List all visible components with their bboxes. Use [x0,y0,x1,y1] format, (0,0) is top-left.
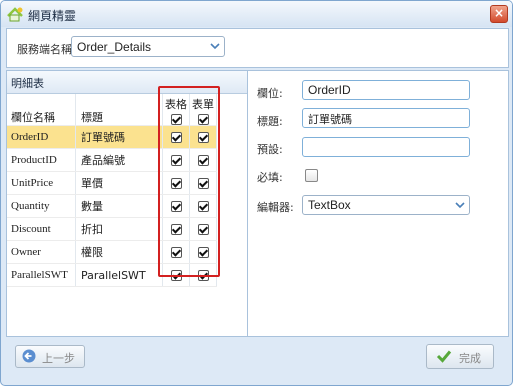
column-header-form[interactable]: 表單 [189,94,217,126]
field-input-value: OrderID [308,83,351,97]
row-field-name: UnitPrice [7,171,76,195]
finish-button-label: 完成 [459,352,481,365]
row-grid-checkbox[interactable] [170,224,182,235]
detail-table-panel: 明細表 欄位名稱 標題 表格 表單 OrderID 訂單號碼 ProductID… [6,70,248,337]
table-row[interactable]: Owner 權限 [7,240,217,264]
row-field-name: Owner [7,240,76,264]
editor-label: 編輯器: [257,201,294,214]
column-header-form-label: 表單 [192,98,214,111]
field-grid: 欄位名稱 標題 表格 表單 OrderID 訂單號碼 ProductID 產品編… [7,94,217,287]
table-row[interactable]: OrderID 訂單號碼 [7,125,217,149]
editor-select[interactable]: TextBox [302,195,470,215]
wizard-window: 網頁精靈 × 服務端名稱 Order_Details 明細表 欄位名稱 標題 表… [0,0,513,386]
default-label: 預設: [257,143,283,156]
row-form-checkbox[interactable] [197,178,209,189]
required-label: 必填: [257,171,283,184]
required-checkbox[interactable] [305,169,318,182]
column-header-field[interactable]: 欄位名稱 [7,94,76,126]
row-form-checkbox[interactable] [197,132,209,143]
service-select-value: Order_Details [77,40,152,54]
caption-input-value: 訂單號碼 [308,113,352,126]
row-form-checkbox[interactable] [197,201,209,212]
row-caption: 權限 [75,240,163,264]
row-grid-checkbox[interactable] [170,201,182,212]
column-header-caption[interactable]: 標題 [75,94,163,126]
previous-button[interactable]: 上一步 [15,345,85,368]
row-form-checkbox[interactable] [197,155,209,166]
service-label: 服務端名稱 [17,43,72,56]
column-header-grid-label: 表格 [165,98,187,111]
close-icon: × [493,6,505,20]
detail-table-header: 明細表 [7,71,247,94]
editor-select-value: TextBox [308,198,351,212]
table-row[interactable]: Quantity 數量 [7,194,217,218]
row-field-name: ParallelSWT [7,263,76,287]
row-caption: 數量 [75,194,163,218]
row-grid-checkbox[interactable] [170,132,182,143]
row-field-name: OrderID [7,125,76,149]
row-form-checkbox[interactable] [197,224,209,235]
table-row[interactable]: ProductID 產品編號 [7,148,217,172]
form-select-all-checkbox[interactable] [197,113,209,125]
row-caption: 訂單號碼 [75,125,163,149]
row-form-checkbox[interactable] [197,247,209,258]
row-caption: ParallelSWT [75,263,163,287]
row-caption: 單價 [75,171,163,195]
row-form-checkbox[interactable] [197,270,209,281]
close-button[interactable]: × [490,5,508,23]
window-title: 網頁精靈 [28,9,77,23]
field-properties-panel: 欄位: OrderID 標題: 訂單號碼 預設: 必填: 編輯器: TextBo… [247,70,509,337]
caption-input[interactable]: 訂單號碼 [302,108,470,128]
grid-body: OrderID 訂單號碼 ProductID 產品編號 UnitPrice 單價 [7,125,217,287]
service-select[interactable]: Order_Details [71,36,225,57]
chevron-down-icon[interactable] [209,41,221,51]
row-caption: 折扣 [75,217,163,241]
wizard-app-icon [7,7,23,22]
grid-header-row: 欄位名稱 標題 表格 表單 [7,94,217,126]
default-input[interactable] [302,137,470,157]
row-field-name: Quantity [7,194,76,218]
row-field-name: ProductID [7,148,76,172]
row-caption: 產品編號 [75,148,163,172]
table-row[interactable]: ParallelSWT ParallelSWT [7,263,217,287]
row-grid-checkbox[interactable] [170,155,182,166]
checkmark-icon [436,350,452,363]
table-row[interactable]: UnitPrice 單價 [7,171,217,195]
title-bar: 網頁精靈 × [1,1,512,27]
table-row[interactable]: Discount 折扣 [7,217,217,241]
service-panel: 服務端名稱 Order_Details [6,28,509,68]
row-field-name: Discount [7,217,76,241]
row-grid-checkbox[interactable] [170,178,182,189]
chevron-down-icon[interactable] [454,200,466,210]
grid-select-all-checkbox[interactable] [170,113,182,125]
previous-button-label: 上一步 [42,352,75,365]
field-label: 欄位: [257,87,283,100]
arrow-left-icon [22,349,36,363]
column-header-grid[interactable]: 表格 [162,94,190,126]
caption-label: 標題: [257,115,283,128]
detail-table-title: 明細表 [11,77,44,90]
row-grid-checkbox[interactable] [170,247,182,258]
finish-button[interactable]: 完成 [426,344,494,369]
field-input[interactable]: OrderID [302,80,470,100]
row-grid-checkbox[interactable] [170,270,182,281]
